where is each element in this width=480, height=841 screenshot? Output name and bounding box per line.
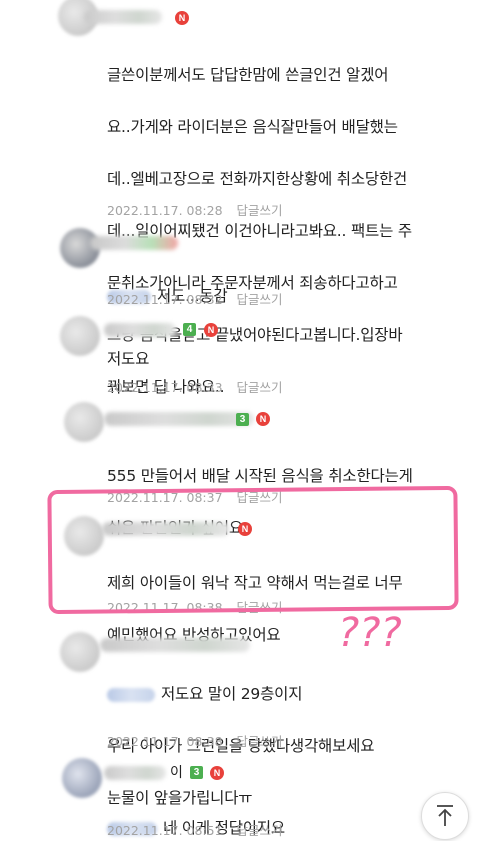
comment-meta: 2022.11.17. 08:51 답글쓰기: [107, 820, 283, 839]
reply-button[interactable]: 답글쓰기: [237, 203, 283, 218]
username-blurred[interactable]: [100, 638, 250, 652]
comment-meta: 2022.11.17. 08:32 답글쓰기: [107, 289, 283, 308]
avatar[interactable]: [64, 402, 104, 442]
reply-button[interactable]: 답글쓰기: [237, 292, 283, 307]
comment-meta: 2022.11.17. 08:33 답글쓰기: [107, 377, 283, 396]
question-marks-text: ???: [338, 610, 402, 656]
reply-button[interactable]: 답글쓰기: [237, 380, 283, 395]
username-blurred[interactable]: [104, 323, 176, 337]
avatar[interactable]: [60, 316, 100, 356]
scroll-to-top-button[interactable]: [421, 792, 469, 840]
timestamp: 2022.11.17. 08:32: [107, 292, 223, 307]
level-badge: 3: [236, 413, 249, 426]
timestamp: 2022.11.17. 08:51: [107, 823, 223, 838]
avatar[interactable]: [60, 632, 100, 672]
timestamp: 2022.11.17. 08:38: [107, 734, 223, 749]
mention-blurred[interactable]: [107, 687, 155, 702]
username-blurred[interactable]: [84, 10, 162, 24]
arrow-up-icon: [437, 805, 453, 826]
comment-meta: 2022.11.17. 08:28 답글쓰기: [107, 200, 283, 219]
naver-badge-icon: N: [204, 323, 218, 337]
level-badge: 4: [183, 323, 196, 336]
question-marks-annotation: ???: [338, 610, 402, 656]
level-badge: 3: [190, 766, 203, 779]
username-visible[interactable]: 이: [170, 762, 183, 782]
timestamp: 2022.11.17. 08:33: [107, 380, 223, 395]
timestamp: 2022.11.17. 08:28: [107, 203, 223, 218]
username-blurred[interactable]: [104, 412, 254, 426]
comment-text: 저도요: [107, 350, 150, 368]
naver-badge-icon: N: [175, 11, 189, 25]
highlight-annotation: [47, 485, 459, 615]
username-blurred[interactable]: [104, 766, 166, 780]
naver-badge-icon: N: [256, 412, 270, 426]
reply-button[interactable]: 답글쓰기: [237, 823, 283, 838]
comment-meta: 2022.11.17. 08:38 답글쓰기: [107, 731, 283, 750]
avatar[interactable]: [62, 758, 102, 798]
reply-button[interactable]: 답글쓰기: [237, 734, 283, 749]
naver-badge-icon: N: [210, 766, 224, 780]
username-blurred[interactable]: [90, 236, 178, 250]
